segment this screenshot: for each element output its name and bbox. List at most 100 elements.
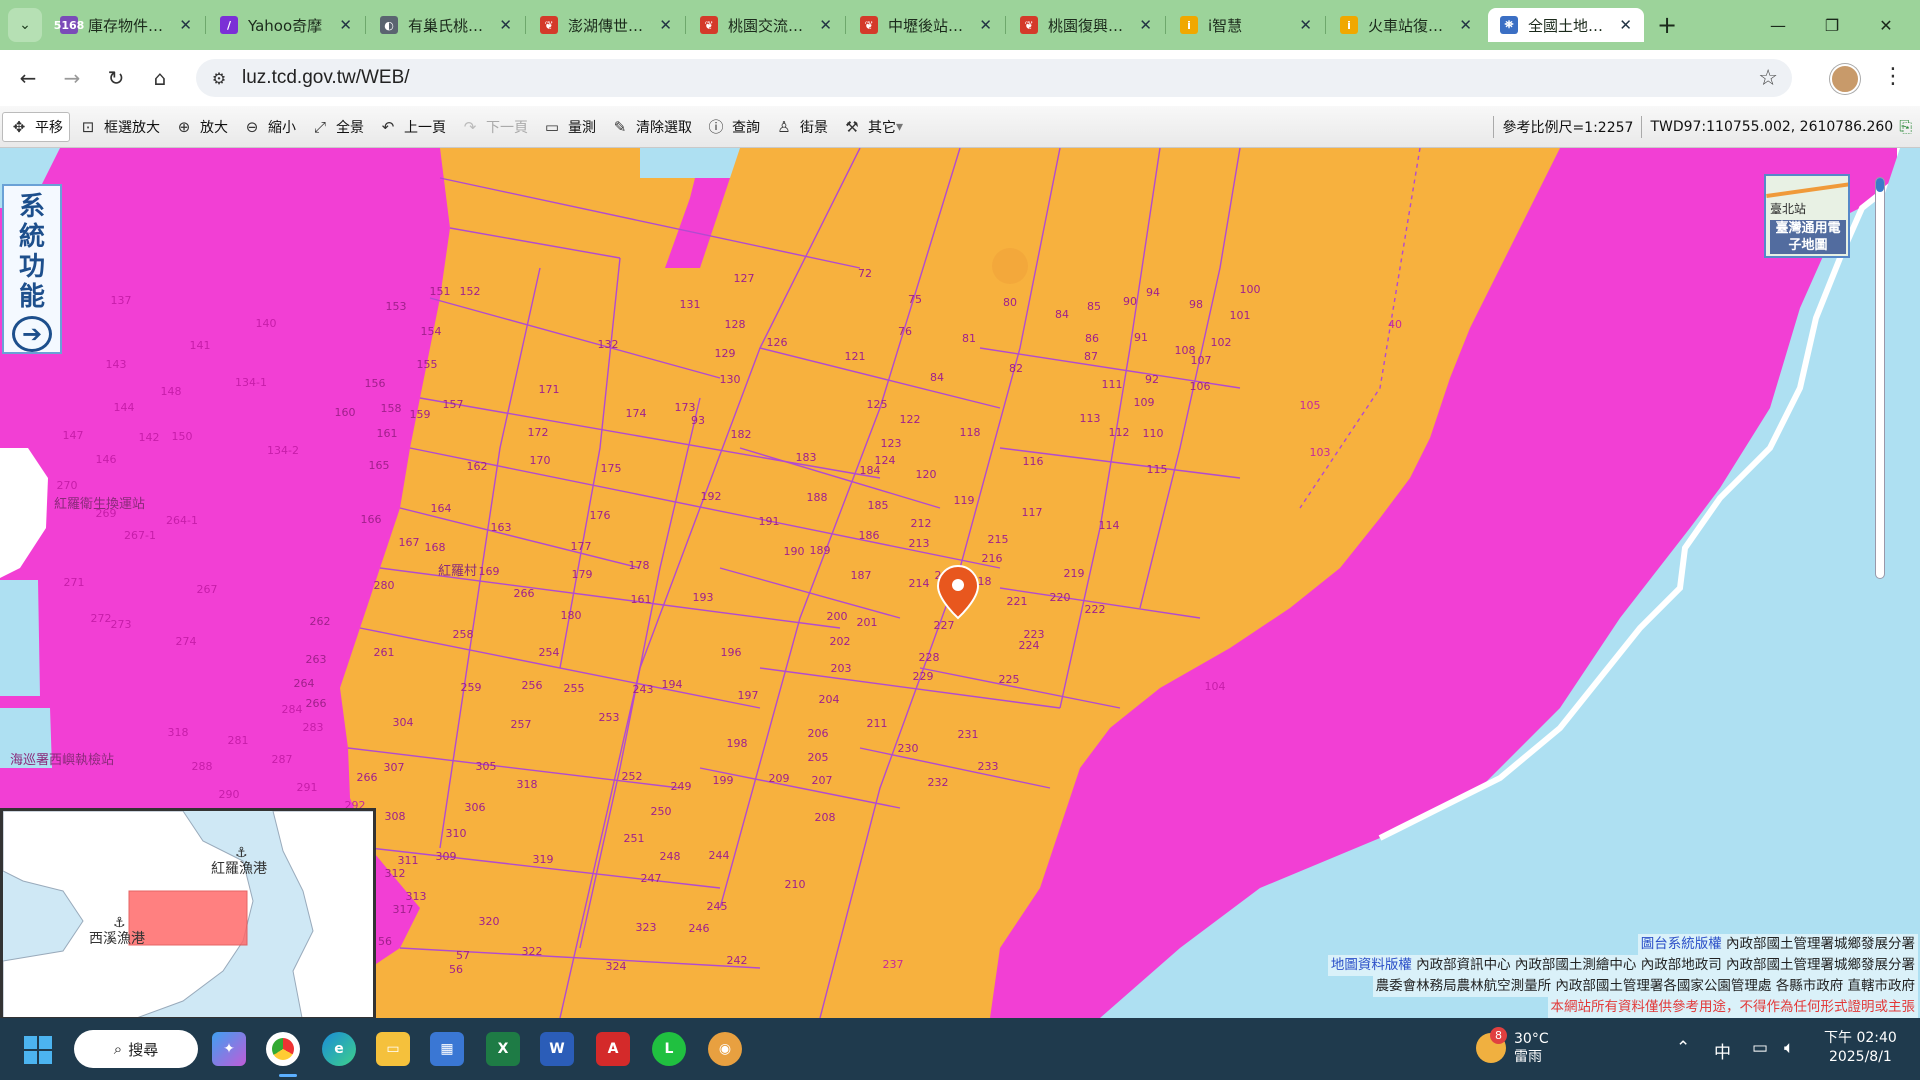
weather-widget[interactable]: 8 30°C 雷雨	[1476, 1027, 1549, 1066]
bookmark-star-icon[interactable]: ☆	[1758, 66, 1778, 91]
parcel-number[interactable]: 90	[1123, 295, 1137, 308]
parcel-number[interactable]: 173	[675, 401, 696, 414]
parcel-number[interactable]: 121	[845, 350, 866, 363]
parcel-number[interactable]: 207	[812, 774, 833, 787]
tab-9[interactable]: i 火車站復… ✕	[1328, 8, 1484, 42]
map-tool-4[interactable]: ⊖ 縮小	[236, 112, 302, 142]
parcel-number[interactable]: 267	[197, 583, 218, 596]
parcel-number[interactable]: 109	[1134, 396, 1155, 409]
parcel-number[interactable]: 306	[465, 801, 486, 814]
parcel-number[interactable]: 113	[1080, 412, 1101, 425]
map-tool-2[interactable]: ⊡ 框選放大	[72, 112, 166, 142]
back-button[interactable]: ←	[12, 62, 44, 94]
parcel-number[interactable]: 179	[572, 568, 593, 581]
parcel-number[interactable]: 91	[1134, 331, 1148, 344]
parcel-number[interactable]: 164	[431, 502, 452, 515]
parcel-number[interactable]: 161	[377, 427, 398, 440]
parcel-number[interactable]: 106	[1190, 380, 1211, 393]
parcel-number[interactable]: 216	[982, 552, 1003, 565]
parcel-number[interactable]: 111	[1102, 378, 1123, 391]
chrome-icon[interactable]	[266, 1032, 300, 1066]
parcel-number[interactable]: 247	[641, 872, 662, 885]
volume-icon[interactable]: 🔈︎	[1784, 1038, 1794, 1058]
parcel-number[interactable]: 224	[1019, 639, 1040, 652]
parcel-number[interactable]: 171	[539, 383, 560, 396]
parcel-number[interactable]: 172	[528, 426, 549, 439]
parcel-number[interactable]: 254	[539, 646, 560, 659]
tab-10[interactable]: ⛯ 全國土地… ✕	[1488, 8, 1644, 42]
parcel-number[interactable]: 101	[1230, 309, 1251, 322]
minimize-button[interactable]: —	[1758, 8, 1798, 42]
parcel-number[interactable]: 264	[294, 677, 315, 690]
map-view[interactable]: 127 72 151 152 131 75 80 84 85 90 94 98 100 101 153 154…	[0, 148, 1920, 1018]
parcel-number[interactable]: 140	[256, 317, 277, 330]
parcel-number[interactable]: 156	[365, 377, 386, 390]
parcel-number[interactable]: 107	[1191, 354, 1212, 367]
parcel-number[interactable]: 141	[190, 339, 211, 352]
close-tab-icon[interactable]: ✕	[1299, 16, 1312, 34]
parcel-number[interactable]: 102	[1211, 336, 1232, 349]
parcel-number[interactable]: 190	[784, 545, 805, 558]
parcel-number[interactable]: 105	[1300, 399, 1321, 412]
parcel-number[interactable]: 232	[928, 776, 949, 789]
parcel-number[interactable]: 194	[662, 678, 683, 691]
parcel-number[interactable]: 267-1	[124, 529, 156, 542]
parcel-number[interactable]: 148	[161, 385, 182, 398]
parcel-number[interactable]: 144	[114, 401, 135, 414]
parcel-number[interactable]: 222	[1085, 603, 1106, 616]
parcel-number[interactable]: 125	[867, 398, 888, 411]
parcel-number[interactable]: 185	[868, 499, 889, 512]
parcel-number[interactable]: 115	[1147, 463, 1168, 476]
parcel-number[interactable]: 251	[624, 832, 645, 845]
parcel-number[interactable]: 208	[815, 811, 836, 824]
parcel-number[interactable]: 87	[1084, 350, 1098, 363]
word-icon[interactable]: W	[540, 1032, 574, 1066]
parcel-number[interactable]: 167	[399, 536, 420, 549]
parcel-number[interactable]: 229	[913, 670, 934, 683]
home-button[interactable]: ⌂	[144, 62, 176, 94]
parcel-number[interactable]: 150	[172, 430, 193, 443]
arrow-right-icon[interactable]: ➔	[12, 316, 52, 352]
parcel-number[interactable]: 233	[978, 760, 999, 773]
parcel-number[interactable]: 225	[999, 673, 1020, 686]
parcel-number[interactable]: 152	[460, 285, 481, 298]
parcel-number[interactable]: 160	[335, 406, 356, 419]
parcel-number[interactable]: 131	[680, 298, 701, 311]
parcel-number[interactable]: 129	[715, 347, 736, 360]
parcel-number[interactable]: 116	[1023, 455, 1044, 468]
close-tab-icon[interactable]: ✕	[979, 16, 992, 34]
parcel-number[interactable]: 104	[1205, 680, 1226, 693]
parcel-number[interactable]: 84	[930, 371, 944, 384]
parcel-number[interactable]: 250	[651, 805, 672, 818]
overview-map[interactable]: 紅羅漁港 西溪漁港 ⚓ ⚓	[0, 808, 376, 1018]
parcel-number[interactable]: 193	[693, 591, 714, 604]
parcel-number[interactable]: 188	[807, 491, 828, 504]
parcel-number[interactable]: 309	[436, 850, 457, 863]
parcel-number[interactable]: 176	[590, 509, 611, 522]
ime-indicator[interactable]: 中	[1714, 1038, 1731, 1063]
parcel-number[interactable]: 290	[219, 788, 240, 801]
parcel-number[interactable]: 134-1	[235, 376, 267, 389]
network-icon[interactable]: ▭	[1752, 1038, 1768, 1058]
parcel-number[interactable]: 228	[919, 651, 940, 664]
parcel-number[interactable]: 199	[713, 774, 734, 787]
parcel-number[interactable]: 256	[522, 679, 543, 692]
parcel-number[interactable]: 100	[1240, 283, 1261, 296]
parcel-number[interactable]: 177	[571, 540, 592, 553]
export-icon[interactable]: ⎘	[1899, 117, 1912, 137]
reload-button[interactable]: ↻	[100, 62, 132, 94]
close-tab-icon[interactable]: ✕	[179, 16, 192, 34]
parcel-number[interactable]: 154	[421, 325, 442, 338]
parcel-number[interactable]: 258	[453, 628, 474, 641]
parcel-number[interactable]: 180	[561, 609, 582, 622]
parcel-number[interactable]: 198	[727, 737, 748, 750]
parcel-number[interactable]: 174	[626, 407, 647, 420]
parcel-number[interactable]: 192	[701, 490, 722, 503]
map-tool-12[interactable]: ⚒ 其它 ▾	[836, 112, 909, 142]
tab-8[interactable]: i i智慧 ✕	[1168, 8, 1324, 42]
parcel-number[interactable]: 201	[857, 616, 878, 629]
parcel-number[interactable]: 103	[1310, 446, 1331, 459]
parcel-number[interactable]: 186	[859, 529, 880, 542]
map-tool-6[interactable]: ↶ 上一頁	[372, 112, 452, 142]
parcel-number[interactable]: 80	[1003, 296, 1017, 309]
